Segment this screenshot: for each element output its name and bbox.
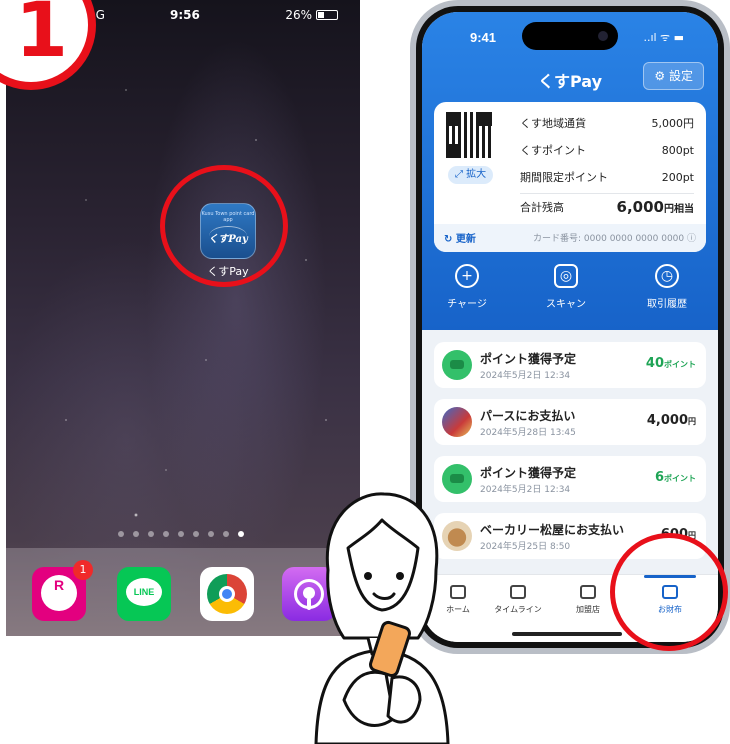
- tab-label: 加盟店: [576, 605, 600, 614]
- dynamic-island: [522, 22, 618, 50]
- balance-amount: 200pt: [661, 171, 694, 184]
- step-number: 1: [15, 0, 68, 74]
- balance-label: 期間限定ポイント: [520, 171, 608, 184]
- page-dots[interactable]: [118, 531, 244, 537]
- points-icon: [442, 350, 472, 380]
- transaction-item[interactable]: ポイント獲得予定 2024年5月2日 12:34 6ポイント: [434, 456, 706, 502]
- charge-label: チャージ: [447, 299, 487, 310]
- transaction-value: 4,000円: [647, 413, 696, 428]
- total-amount: 6,000円相当: [617, 194, 694, 223]
- value-unit: ポイント: [664, 474, 696, 483]
- card-number: カード番号: 0000 0000 0000 0000 ⓘ: [533, 234, 696, 244]
- line-app-icon[interactable]: LINE: [117, 567, 171, 621]
- page-dot: [118, 531, 124, 537]
- highlight-circle-wallet: [610, 533, 728, 651]
- scan-button[interactable]: ◎ スキャン: [521, 264, 611, 311]
- rlink-letter: R: [53, 577, 65, 593]
- transaction-item[interactable]: ポイント獲得予定 2024年5月2日 12:34 40ポイント: [434, 342, 706, 388]
- balance-label: くすポイント: [520, 144, 586, 157]
- history-icon: ◷: [655, 264, 679, 288]
- status-time: 9:56: [170, 8, 200, 22]
- expand-button[interactable]: ⤢ 拡大: [448, 166, 494, 184]
- balance-row: 期間限定ポイント 200pt: [520, 164, 694, 191]
- transaction-title: パースにお支払い: [480, 409, 576, 423]
- transaction-value: 40ポイント: [646, 356, 696, 371]
- total-balance-row: 合計残高 6,000円相当: [520, 193, 694, 220]
- balance-card: ⤢ 拡大 くす地域通貨 5,000円 くすポイント 800pt 期間限定ポイント…: [434, 102, 706, 252]
- shop-icon: [442, 407, 472, 437]
- home-indicator: [512, 632, 622, 636]
- value-number: 6: [654, 470, 664, 485]
- page-dot: [178, 531, 184, 537]
- value-number: 4,000: [646, 413, 688, 428]
- plus-circle-icon: +: [455, 264, 479, 288]
- card-footer: ↻ 更新 カード番号: 0000 0000 0000 0000 ⓘ: [434, 224, 706, 252]
- transaction-title: ベーカリー松屋にお支払い: [480, 523, 625, 537]
- store-icon: [580, 585, 596, 599]
- balance-label: くす地域通貨: [520, 117, 586, 130]
- tab-label: タイムライン: [494, 605, 542, 614]
- timeline-icon: [510, 585, 526, 599]
- line-bubble-text: LINE: [126, 578, 162, 606]
- transaction-item[interactable]: パースにお支払い 2024年5月28日 13:45 4,000円: [434, 399, 706, 445]
- woman-with-phone-illustration: [314, 492, 450, 744]
- charge-button[interactable]: + チャージ: [422, 264, 512, 311]
- transaction-date: 2024年5月25日 8:50: [480, 542, 571, 552]
- page-dot: [148, 531, 154, 537]
- rlink-app-icon[interactable]: R Link 1: [32, 560, 93, 621]
- value-unit: 円: [688, 417, 696, 426]
- chrome-core: [219, 586, 235, 602]
- rlink-word: Link: [49, 593, 69, 603]
- phone-status-indicators: ..ıl ᯤ ▬: [643, 31, 684, 44]
- total-label: 合計残高: [520, 201, 564, 214]
- page-dot: [193, 531, 199, 537]
- chrome-icon[interactable]: [200, 567, 254, 621]
- battery-percent: 26%: [285, 8, 312, 22]
- phone-status-time: 9:41: [470, 30, 497, 45]
- transaction-title: ポイント獲得予定: [480, 352, 577, 366]
- highlight-circle-app: [160, 165, 288, 287]
- transaction-title: ポイント獲得予定: [480, 466, 577, 480]
- battery-indicator: 26%: [285, 8, 338, 22]
- battery-icon: [316, 10, 338, 20]
- transaction-value: 6ポイント: [655, 470, 696, 485]
- balance-amount: 5,000円: [651, 117, 695, 130]
- page-dot: [163, 531, 169, 537]
- scan-label: スキャン: [546, 299, 586, 310]
- refresh-button[interactable]: ↻ 更新: [444, 230, 476, 245]
- balance-row: くす地域通貨 5,000円: [520, 110, 694, 137]
- history-label: 取引履歴: [647, 299, 687, 310]
- transaction-date: 2024年5月2日 12:34: [480, 485, 571, 495]
- total-unit: 円相当: [664, 204, 694, 215]
- page-dot: [223, 531, 229, 537]
- history-button[interactable]: ◷ 取引履歴: [622, 264, 712, 311]
- value-unit: ポイント: [664, 360, 696, 369]
- notification-badge: 1: [73, 560, 93, 580]
- balance-rows: くす地域通貨 5,000円 くすポイント 800pt 期間限定ポイント 200p…: [520, 110, 694, 220]
- camera-icon: ◎: [554, 264, 578, 288]
- transaction-date: 2024年5月2日 12:34: [480, 371, 571, 381]
- page-dot-active: [238, 531, 244, 537]
- transaction-date: 2024年5月28日 13:45: [480, 428, 576, 438]
- action-row: + チャージ ◎ スキャン ◷ 取引履歴: [422, 264, 718, 324]
- page-dot: [133, 531, 139, 537]
- page-dot: [208, 531, 214, 537]
- tab-timeline[interactable]: タイムライン: [482, 585, 554, 615]
- total-value: 6,000: [616, 198, 664, 216]
- balance-amount: 800pt: [661, 144, 694, 157]
- value-number: 40: [645, 356, 664, 371]
- balance-row: くすポイント 800pt: [520, 137, 694, 164]
- settings-button[interactable]: ⚙ 設定: [643, 62, 704, 90]
- qr-code-icon[interactable]: [446, 112, 492, 158]
